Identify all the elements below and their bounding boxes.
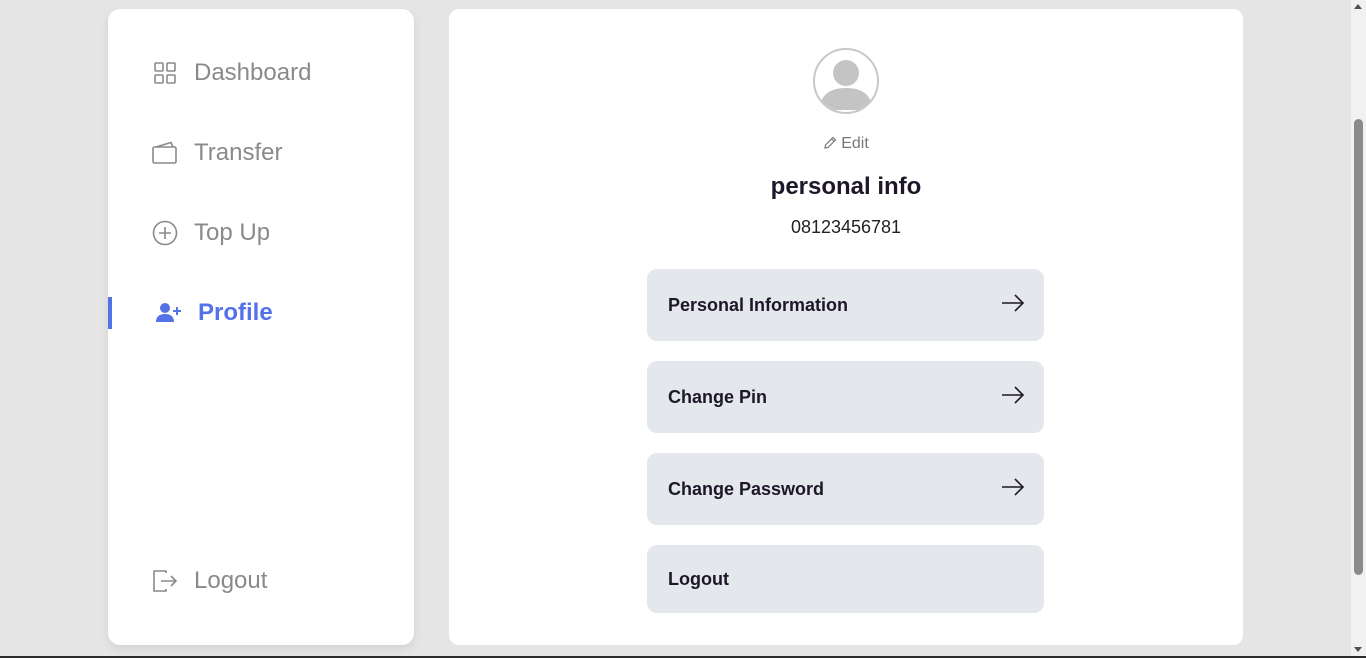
page-title: personal info <box>770 173 922 200</box>
plus-circle-icon <box>152 220 178 246</box>
sidebar: Dashboard Transfer Top Up Profile Logout <box>108 9 414 645</box>
sidebar-item-label: Dashboard <box>194 59 312 86</box>
sidebar-logout[interactable]: Logout <box>108 561 414 601</box>
phone-number: 08123456781 <box>790 217 902 237</box>
arrow-right-icon <box>1001 293 1025 318</box>
sidebar-item-label: Top Up <box>194 219 271 246</box>
grid-icon <box>152 60 178 86</box>
wallet-icon <box>152 140 178 166</box>
menu-label: Change Password <box>668 478 825 499</box>
arrow-right-icon <box>1001 385 1025 410</box>
sidebar-item-label: Transfer <box>194 139 283 166</box>
personal-information-button[interactable]: Personal Information <box>647 269 1044 341</box>
sidebar-item-top-up[interactable]: Top Up <box>108 213 414 253</box>
active-indicator <box>108 297 112 329</box>
logout-button[interactable]: Logout <box>647 545 1044 613</box>
scroll-thumb[interactable] <box>1354 119 1363 575</box>
menu-label: Logout <box>668 568 729 589</box>
profile-panel: Edit personal info 08123456781 Personal … <box>449 9 1243 645</box>
sidebar-item-transfer[interactable]: Transfer <box>108 133 414 173</box>
default-user-icon <box>819 60 873 110</box>
sidebar-item-profile[interactable]: Profile <box>108 293 414 333</box>
edit-link[interactable]: Edit <box>449 135 1243 153</box>
change-pin-button[interactable]: Change Pin <box>647 361 1044 433</box>
page-scrollbar[interactable] <box>1351 0 1366 658</box>
scroll-down-arrow-icon[interactable] <box>1354 647 1362 652</box>
scroll-up-arrow-icon[interactable] <box>1354 4 1362 9</box>
sidebar-item-dashboard[interactable]: Dashboard <box>108 53 414 93</box>
avatar[interactable] <box>813 48 879 114</box>
sidebar-item-label: Profile <box>198 299 273 326</box>
menu-label: Personal Information <box>668 294 849 315</box>
change-password-button[interactable]: Change Password <box>647 453 1044 525</box>
logout-icon <box>152 568 178 594</box>
sidebar-logout-label: Logout <box>194 567 268 594</box>
pencil-icon <box>824 136 837 149</box>
arrow-right-icon <box>1001 477 1025 502</box>
edit-label: Edit <box>841 135 869 152</box>
menu-label: Change Pin <box>668 386 768 407</box>
user-plus-icon <box>156 300 182 326</box>
